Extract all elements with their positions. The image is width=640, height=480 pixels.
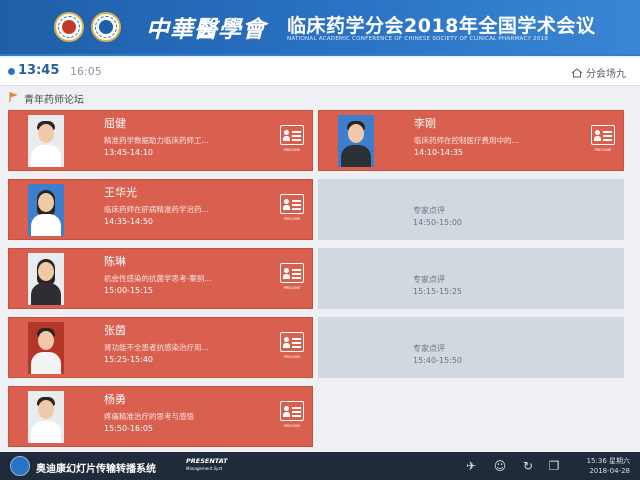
talk-topic: 疼痛精准治疗的思考与感悟 <box>104 412 194 421</box>
resume-icon[interactable] <box>280 263 304 283</box>
time-bar: 13:45 16:05 分会场九 <box>0 58 640 86</box>
talk-topic: 肾功能不全患者抗感染治疗用... <box>104 343 209 352</box>
session-end-time: 16:05 <box>70 65 102 78</box>
conference-subtitle: NATIONAL ACADEMIC CONFERENCE OF CHINESE … <box>287 36 549 42</box>
speaker-card[interactable]: 王华光 临床药师在肝病精准药学治药... 14:35-14:50 PRESUME <box>8 179 313 240</box>
resume-icon[interactable] <box>591 125 615 145</box>
expert-review-label: 专家点评 <box>413 275 445 284</box>
resume-icon[interactable] <box>280 125 304 145</box>
expert-review-card: 专家点评 14:50-15:00 <box>318 179 624 240</box>
resume-label: PRESUME <box>594 148 612 152</box>
taskbar: 奥迪康幻灯片传输转播系统 PRESENTAT Management Syst ✈… <box>0 452 640 480</box>
society-logo-icon <box>54 12 84 42</box>
resume-label: PRESUME <box>283 286 301 290</box>
speaker-name: 王华光 <box>104 186 137 199</box>
speaker-photo <box>28 322 64 374</box>
talk-time: 15:25-15:40 <box>104 355 153 364</box>
talk-topic: 临床药师在控制医疗费用中的... <box>414 136 519 145</box>
resume-label: PRESUME <box>283 148 301 152</box>
speaker-photo <box>338 115 374 167</box>
venue-label: 分会场九 <box>586 69 626 80</box>
current-indicator-icon <box>8 68 15 75</box>
speaker-card[interactable]: 李刚 临床药师在控制医疗费用中的... 14:10-14:35 PRESUME <box>318 110 624 171</box>
talk-time: 14:10-14:35 <box>414 148 463 157</box>
speaker-card[interactable]: 陈琳 机会性感染的抗菌学思考-案例... 15:00-15:15 PRESUME <box>8 248 313 309</box>
home-icon <box>571 67 583 77</box>
conference-header: 中華醫學會 临床药学分会2018年全国学术会议 NATIONAL ACADEMI… <box>0 0 640 56</box>
expert-review-label: 专家点评 <box>413 344 445 353</box>
airplane-icon[interactable]: ✈ <box>463 458 479 474</box>
speaker-photo <box>28 115 64 167</box>
window-icon[interactable]: ❐ <box>546 458 562 474</box>
speaker-photo <box>28 184 64 236</box>
clock-date: 2018-04-28 <box>589 467 630 475</box>
expert-review-time: 14:50-15:00 <box>413 218 462 227</box>
speaker-photo <box>28 253 64 305</box>
speaker-name: 李刚 <box>414 117 436 130</box>
speaker-name: 张茵 <box>104 324 126 337</box>
expert-review-time: 15:40-15:50 <box>413 356 462 365</box>
venue-button[interactable]: 分会场九 <box>571 65 626 80</box>
clock-time: 15:36 星期六 <box>586 457 630 465</box>
talk-time: 15:00-15:15 <box>104 286 153 295</box>
forum-section-header: 青年药师论坛 <box>0 88 640 106</box>
resume-icon[interactable] <box>280 332 304 352</box>
resume-icon[interactable] <box>280 401 304 421</box>
brand-logo-icon <box>10 456 30 476</box>
speaker-photo <box>28 391 64 443</box>
talk-time: 14:35-14:50 <box>104 217 153 226</box>
user-icon[interactable]: ☺ <box>492 458 508 474</box>
refresh-icon[interactable]: ↻ <box>520 458 536 474</box>
talk-topic: 机会性感染的抗菌学思考-案例... <box>104 274 212 283</box>
resume-label: PRESUME <box>283 424 301 428</box>
forum-title: 青年药师论坛 <box>24 95 84 106</box>
system-clock: 15:36 星期六 2018-04-28 <box>587 456 630 476</box>
expert-review-card: 专家点评 15:15-15:25 <box>318 248 624 309</box>
speaker-name: 杨勇 <box>104 393 126 406</box>
resume-icon[interactable] <box>280 194 304 214</box>
session-start-time: 13:45 <box>18 63 60 78</box>
speaker-name: 屈健 <box>104 117 126 130</box>
talk-topic: 精准药学数据助力临床药师工... <box>104 136 209 145</box>
conference-title: 临床药学分会2018年全国学术会议 <box>287 15 596 37</box>
talk-topic: 临床药师在肝病精准药学治药... <box>104 205 209 214</box>
speaker-card[interactable]: 屈健 精准药学数据助力临床药师工... 13:45-14:10 PRESUME <box>8 110 313 171</box>
expert-review-label: 专家点评 <box>413 206 445 215</box>
speaker-name: 陈琳 <box>104 255 126 268</box>
brand-name: 奥迪康幻灯片传输转播系统 <box>36 464 156 475</box>
resume-label: PRESUME <box>283 355 301 359</box>
speaker-card[interactable]: 张茵 肾功能不全患者抗感染治疗用... 15:25-15:40 PRESUME <box>8 317 313 378</box>
branch-logo-icon <box>91 12 121 42</box>
society-calligraphy: 中華醫學會 <box>146 16 266 43</box>
talk-time: 15:50-16:05 <box>104 424 153 433</box>
flag-icon <box>9 92 18 102</box>
talk-time: 13:45-14:10 <box>104 148 153 157</box>
resume-label: PRESUME <box>283 217 301 221</box>
expert-review-time: 15:15-15:25 <box>413 287 462 296</box>
expert-review-card: 专家点评 15:40-15:50 <box>318 317 624 378</box>
speaker-card[interactable]: 杨勇 疼痛精准治疗的思考与感悟 15:50-16:05 PRESUME <box>8 386 313 447</box>
brand-english: PRESENTAT Management Syst <box>186 457 228 472</box>
